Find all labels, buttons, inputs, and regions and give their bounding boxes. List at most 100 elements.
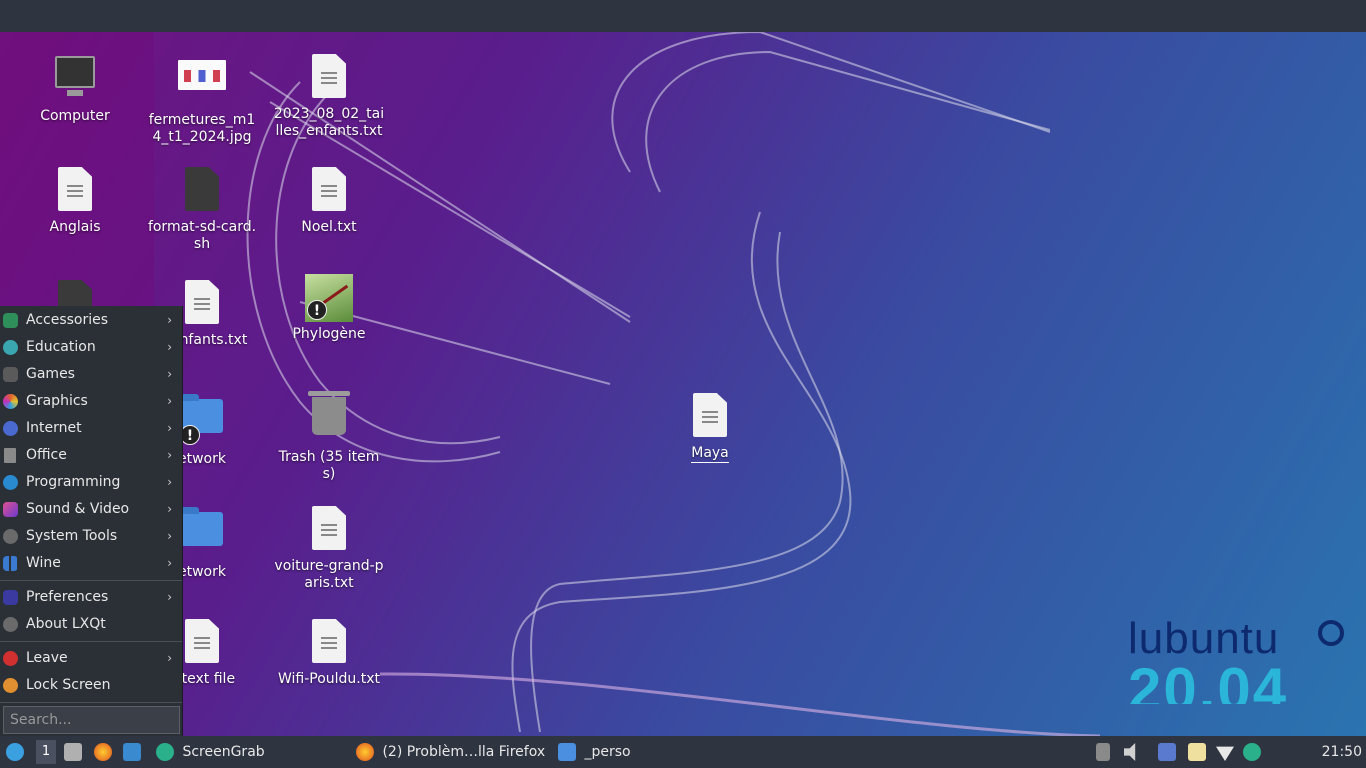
menu-item-about[interactable]: About LXQt (0, 611, 182, 638)
menu-item-accessories[interactable]: Accessories › (0, 307, 182, 334)
fermetures-desktop-icon[interactable]: fermetures_m14_t1_2024.jpg (142, 52, 262, 146)
format-sd-desktop-icon[interactable]: format-sd-card.sh (142, 165, 262, 253)
menu-separator (0, 641, 182, 642)
task-label: (2) Problèm…lla Firefox (382, 744, 546, 760)
lubuntu-menu-icon (6, 743, 24, 761)
menu-label: About LXQt (26, 616, 106, 632)
show-desktop-icon (123, 743, 141, 761)
file-manager-launcher[interactable] (64, 736, 86, 768)
wine-icon (3, 556, 18, 571)
menu-separator (0, 702, 182, 703)
menu-label: Accessories (26, 312, 109, 328)
menu-item-office[interactable]: Office › (0, 442, 182, 469)
volume-icon[interactable] (1124, 743, 1136, 761)
logo-word: lubuntu (1128, 614, 1280, 663)
menu-item-leave[interactable]: Leave › (0, 645, 182, 672)
tailles-label: 2023_08_02_tailles_enfants.txt (273, 106, 385, 139)
menu-label: Lock Screen (26, 677, 111, 693)
phylogene-desktop-icon[interactable]: ! Phylogène (269, 274, 389, 343)
removable-media-icon[interactable] (1096, 743, 1110, 761)
menu-search-box[interactable] (3, 706, 180, 734)
desktop-switcher-1[interactable]: 1 (36, 740, 56, 764)
task-firefox[interactable]: (2) Problèm…lla Firefox (356, 736, 545, 768)
lubuntu-logo: lubuntu 20.04 (1128, 614, 1344, 704)
fermetures-label: fermetures_m14_t1_2024.jpg (148, 112, 256, 145)
computer-label: Computer (40, 108, 110, 124)
chevron-right-icon: › (167, 590, 172, 604)
main-menu-button[interactable] (6, 736, 28, 768)
menu-item-sound-video[interactable]: Sound & Video › (0, 496, 182, 523)
text-file-icon (693, 393, 727, 437)
menu-item-system-tools[interactable]: System Tools › (0, 523, 182, 550)
menu-item-games[interactable]: Games › (0, 361, 182, 388)
menu-label: Programming (26, 474, 121, 490)
voiture-desktop-icon[interactable]: voiture-grand-paris.txt (269, 504, 389, 592)
menu-label: Graphics (26, 393, 88, 409)
text-file-icon (185, 280, 219, 324)
chevron-right-icon: › (167, 475, 172, 489)
desktop[interactable]: Computer Anglais fermetures_m14_t1_2024.… (0, 32, 1366, 736)
lubuntu-mark-icon (1318, 620, 1344, 646)
menu-search-input[interactable] (10, 707, 179, 733)
office-icon (4, 448, 16, 463)
chevron-right-icon: › (167, 502, 172, 516)
text-file-icon (58, 167, 92, 211)
image-thumbnail-icon (178, 60, 226, 90)
task-perso-folder[interactable]: _perso (558, 736, 631, 768)
text-file-icon (312, 506, 346, 550)
menu-item-programming[interactable]: Programming › (0, 469, 182, 496)
trash-icon (308, 391, 350, 435)
screengrab-tray-icon[interactable] (1243, 743, 1261, 761)
menu-item-internet[interactable]: Internet › (0, 415, 182, 442)
chevron-right-icon: › (167, 340, 172, 354)
clipboard-icon[interactable] (1188, 743, 1206, 761)
screengrab-icon (156, 743, 174, 761)
taskbar: 1 ScreenGrab (2) Problèm…lla Firefox _pe… (0, 736, 1366, 768)
chevron-right-icon: › (167, 529, 172, 543)
anglais-label: Anglais (49, 219, 101, 235)
sound-video-icon (3, 502, 18, 517)
task-screengrab[interactable]: ScreenGrab (156, 736, 265, 768)
text-file-icon (312, 54, 346, 98)
menu-label: Preferences (26, 589, 109, 605)
wifi-label: Wifi-Pouldu.txt (277, 671, 381, 687)
menu-separator (0, 580, 182, 581)
menu-item-education[interactable]: Education › (0, 334, 182, 361)
maya-desktop-icon[interactable]: Maya (650, 391, 770, 463)
script-file-icon (185, 167, 219, 211)
tailles-desktop-icon[interactable]: 2023_08_02_tailles_enfants.txt (269, 52, 389, 140)
menu-label: Sound & Video (26, 501, 130, 517)
format-sd-label: format-sd-card.sh (147, 219, 257, 252)
trash-desktop-icon[interactable]: Trash (35 items) (269, 391, 389, 483)
menu-item-graphics[interactable]: Graphics › (0, 388, 182, 415)
computer-desktop-icon[interactable]: Computer (15, 52, 135, 125)
phylogene-label: Phylogène (292, 326, 366, 342)
info-icon (3, 617, 18, 632)
menu-item-preferences[interactable]: Preferences › (0, 584, 182, 611)
education-icon (3, 340, 18, 355)
warning-badge-icon: ! (180, 425, 200, 445)
text-file-icon (312, 167, 346, 211)
anglais-desktop-icon[interactable]: Anglais (15, 165, 135, 236)
menu-label: Games (26, 366, 75, 382)
computer-icon (55, 56, 95, 96)
menu-label: Wine (26, 555, 61, 571)
menu-item-wine[interactable]: Wine › (0, 550, 182, 577)
notification-icon[interactable] (1158, 743, 1176, 761)
trash-label: Trash (35 items) (278, 449, 380, 482)
task-label: ScreenGrab (182, 744, 265, 760)
firefox-launcher[interactable] (94, 736, 116, 768)
text-file-icon (312, 619, 346, 663)
voiture-label: voiture-grand-paris.txt (274, 558, 384, 591)
clock[interactable]: 21:50 (1322, 736, 1362, 768)
show-desktop-launcher[interactable] (123, 736, 145, 768)
menu-label: Leave (26, 650, 68, 666)
noel-desktop-icon[interactable]: Noel.txt (269, 165, 389, 236)
wifi-desktop-icon[interactable]: Wifi-Pouldu.txt (269, 617, 389, 688)
menu-item-lock-screen[interactable]: Lock Screen (0, 672, 182, 699)
internet-icon (3, 421, 18, 436)
menu-label: System Tools (26, 528, 118, 544)
chevron-right-icon: › (167, 556, 172, 570)
text-file-icon (185, 619, 219, 663)
wifi-icon[interactable] (1216, 746, 1234, 761)
